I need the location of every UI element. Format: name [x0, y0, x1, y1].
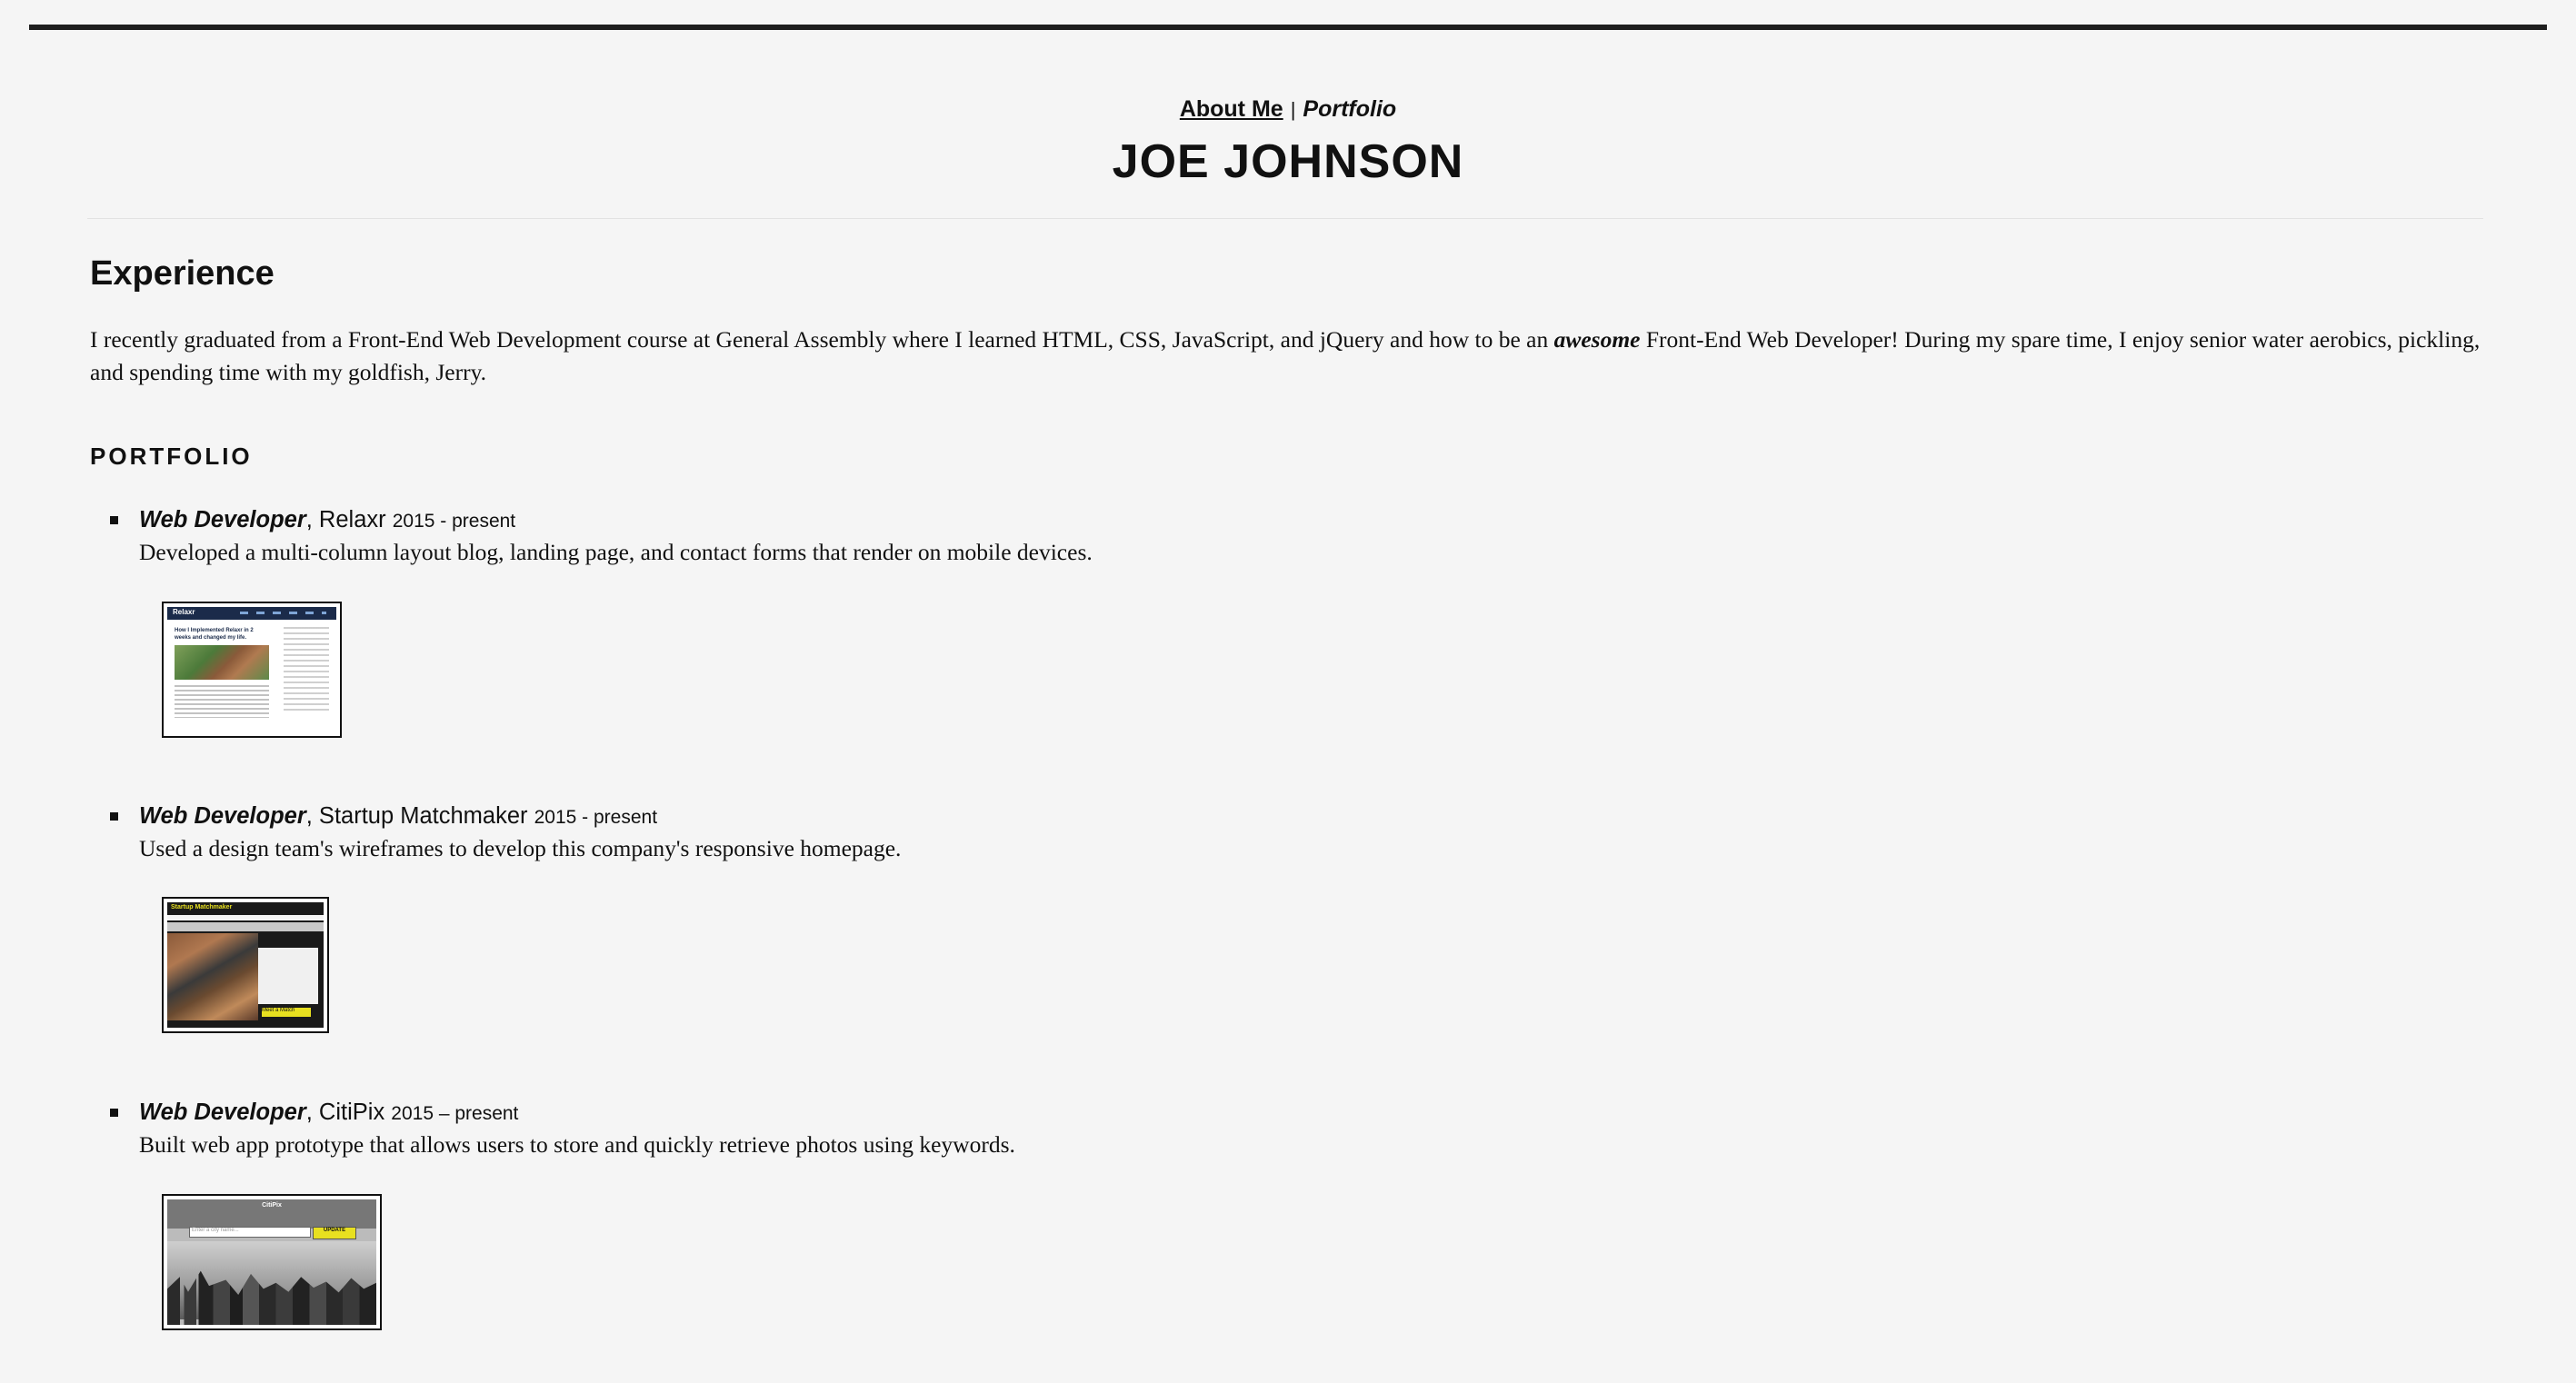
- nav-separator: |: [1290, 98, 1296, 121]
- job-company: , Startup Matchmaker: [305, 803, 534, 829]
- project-thumbnail-citipix[interactable]: CitiPix Enter a city name... UPDATE: [162, 1194, 382, 1330]
- project-thumbnail-relaxr[interactable]: Relaxr How I Implemented Relaxr in 2 wee…: [162, 602, 342, 738]
- thumbnail-card: [258, 948, 318, 1004]
- job-dates: 2015 – present: [391, 1103, 519, 1124]
- thumbnail-logo: Startup Matchmaker: [171, 904, 233, 910]
- nav-link-about-me[interactable]: About Me: [1180, 96, 1283, 122]
- job-company: , CitiPix: [305, 1099, 392, 1125]
- bio-emphasis: awesome: [1553, 326, 1641, 353]
- thumbnail-nav-links: [240, 612, 326, 614]
- portfolio-heading: PORTFOLIO: [90, 443, 253, 470]
- thumbnail-screenshot: CitiPix Enter a city name... UPDATE: [167, 1199, 376, 1325]
- page-title: JOE JOHNSON: [1112, 135, 1464, 188]
- job-company: , Relaxr: [305, 507, 393, 532]
- bullet-icon: [110, 812, 118, 821]
- job-title-line: Web Developer, CitiPix 2015 – present: [139, 1096, 518, 1130]
- job-dates: 2015 - present: [392, 511, 516, 532]
- bio-text-start: I recently graduated from a Front-End We…: [90, 326, 1554, 353]
- thumbnail-logo: CitiPix: [262, 1202, 282, 1209]
- thumbnail-photo: [167, 933, 258, 1020]
- job-role: Web Developer: [139, 803, 306, 829]
- thumbnail-button: UPDATE: [313, 1227, 356, 1239]
- job-role: Web Developer: [139, 507, 306, 532]
- job-dates: 2015 - present: [534, 807, 658, 828]
- header-divider: [87, 218, 2483, 219]
- thumbnail-button: Meet a Match: [262, 1008, 311, 1017]
- job-description: Built web app prototype that allows user…: [139, 1131, 1015, 1158]
- bullet-icon: [110, 1109, 118, 1117]
- site-header: About Me | Portfolio JOE JOHNSON: [0, 91, 2576, 194]
- job-role: Web Developer: [139, 1099, 306, 1125]
- main-nav: About Me | Portfolio: [0, 91, 2576, 128]
- bio-paragraph: I recently graduated from a Front-End We…: [90, 323, 2490, 389]
- nav-item-portfolio[interactable]: Portfolio: [1303, 96, 1396, 122]
- job-description: Used a design team's wireframes to devel…: [139, 835, 902, 861]
- thumbnail-navbar: [167, 915, 324, 920]
- thumbnail-sidebar: [284, 627, 329, 714]
- job-title-line: Web Developer, Startup Matchmaker 2015 -…: [139, 800, 657, 834]
- job-title-line: Web Developer, Relaxr 2015 - present: [139, 503, 515, 538]
- thumbnail-body-text: [175, 685, 269, 718]
- thumbnail-subbar: [167, 922, 324, 931]
- thumbnail-logo: Relaxr: [173, 608, 195, 616]
- thumbnail-input: Enter a city name...: [189, 1227, 311, 1238]
- thumbnail-screenshot: Startup Matchmaker Meet a Match: [167, 902, 324, 1028]
- thumbnail-photo: [175, 645, 269, 680]
- bullet-icon: [110, 516, 118, 524]
- experience-heading: Experience: [90, 254, 275, 293]
- project-thumbnail-startup-matchmaker[interactable]: Startup Matchmaker Meet a Match: [162, 897, 329, 1033]
- job-description: Developed a multi-column layout blog, la…: [139, 539, 1093, 565]
- thumbnail-screenshot: Relaxr How I Implemented Relaxr in 2 wee…: [167, 607, 336, 732]
- top-rule: [29, 25, 2547, 30]
- thumbnail-headline: How I Implemented Relaxr in 2 weeks and …: [175, 628, 254, 641]
